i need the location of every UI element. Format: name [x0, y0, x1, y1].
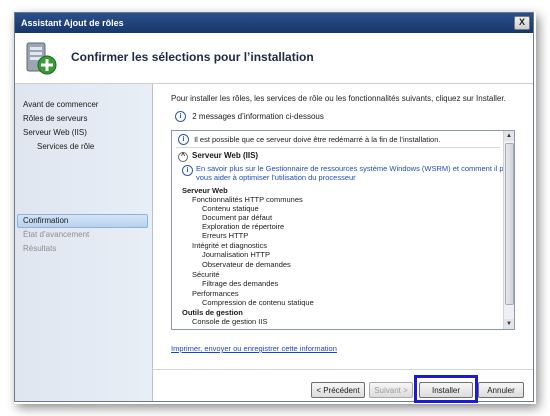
scroll-thumb[interactable] — [505, 143, 514, 305]
tree-item: Exploration de répertoire — [202, 222, 285, 231]
sidebar-item-resultats: Résultats — [23, 244, 57, 253]
info-icon: i — [182, 165, 193, 176]
wsrm-link-line2[interactable]: vous aider à optimiser l’utilisation du … — [196, 173, 356, 182]
tree-item: Outils de gestion — [182, 308, 243, 317]
collapse-icon[interactable]: ^ — [178, 152, 188, 162]
title-bar: Assistant Ajout de rôles X — [15, 13, 533, 33]
tree-item: Observateur de demandes — [202, 260, 291, 269]
tree-item: Fonctionnalités HTTP communes — [192, 195, 303, 204]
main-content: Pour installer les rôles, les services d… — [153, 84, 533, 403]
sidebar-item-etat-avancement: État d’avancement — [23, 230, 90, 239]
cancel-button[interactable]: Annuler — [478, 382, 524, 398]
tree-item: Document par défaut — [202, 213, 273, 222]
tree-item: Performances — [192, 289, 239, 298]
confirmation-panel: i Il est possible que ce serveur doive ê… — [171, 130, 515, 330]
wizard-window: Assistant Ajout de rôles X Confirmer les… — [14, 12, 534, 403]
next-button: Suivant > — [369, 382, 413, 398]
wizard-header: Confirmer les sélections pour l’installa… — [15, 33, 533, 84]
info-icon: i — [178, 134, 189, 145]
tree-item: Compression de contenu statique — [202, 298, 314, 307]
sidebar-item-services-de-role[interactable]: Services de rôle — [37, 142, 94, 151]
intro-text: Pour installer les rôles, les services d… — [171, 94, 506, 103]
sidebar-item-confirmation[interactable]: Confirmation — [23, 216, 68, 225]
divider — [176, 147, 500, 148]
page-title: Confirmer les sélections pour l’installa… — [71, 50, 314, 64]
restart-note: i Il est possible que ce serveur doive ê… — [178, 134, 440, 145]
tree-item: Sécurité — [192, 270, 220, 279]
tree-item: Serveur Web — [182, 186, 228, 195]
server-icon — [26, 42, 57, 75]
scroll-down-icon[interactable]: ▼ — [504, 319, 514, 329]
restart-note-text: Il est possible que ce serveur doive êtr… — [194, 135, 441, 144]
scroll-up-icon[interactable]: ▲ — [504, 131, 514, 141]
tree-item: Filtrage des demandes — [202, 279, 279, 288]
section-header[interactable]: ^ Serveur Web (IIS) — [178, 151, 258, 162]
message-count: i 2 messages d’information ci-dessous — [175, 111, 324, 122]
sidebar-item-serveur-web[interactable]: Serveur Web (IIS) — [23, 128, 87, 137]
install-button[interactable]: Installer — [419, 382, 473, 398]
previous-button[interactable]: < Précédent — [311, 382, 365, 398]
wsrm-link-line1[interactable]: En savoir plus sur le Gestionnaire de re… — [196, 164, 514, 173]
tree-item: Console de gestion IIS — [192, 317, 268, 326]
sidebar-item-roles-de-serveurs[interactable]: Rôles de serveurs — [23, 114, 87, 123]
wsrm-info-icon-wrap: i — [182, 165, 193, 176]
close-icon[interactable]: X — [514, 16, 530, 30]
info-icon: i — [175, 111, 186, 122]
vertical-scrollbar[interactable]: ▲ ▼ — [503, 131, 514, 329]
sidebar: Avant de commencer Rôles de serveurs Ser… — [15, 84, 153, 401]
section-title: Serveur Web (IIS) — [192, 151, 259, 160]
tree-item: Journalisation HTTP — [202, 250, 270, 259]
sidebar-item-avant-de-commencer[interactable]: Avant de commencer — [23, 100, 98, 109]
tree-item: Intégrité et diagnostics — [192, 241, 268, 250]
tree-item: Contenu statique — [202, 204, 259, 213]
message-count-text: 2 messages d’information ci-dessous — [192, 112, 324, 121]
footer-divider — [153, 369, 533, 370]
tree-item: Erreurs HTTP — [202, 231, 249, 240]
window-title: Assistant Ajout de rôles — [21, 18, 124, 28]
print-save-link[interactable]: Imprimer, envoyer ou enregistrer cette i… — [171, 344, 337, 353]
